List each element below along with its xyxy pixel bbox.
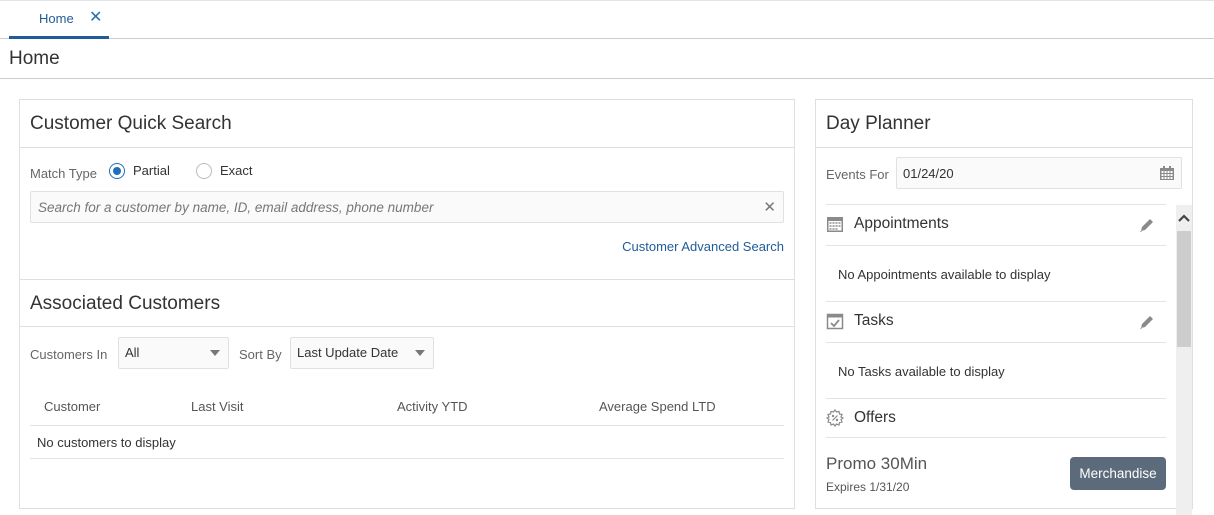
customer-search-input[interactable]	[31, 192, 751, 222]
offer-expiry: Expires 1/31/20	[826, 480, 910, 494]
radio-exact[interactable]	[196, 163, 212, 179]
appointments-title: Appointments	[854, 215, 949, 232]
sort-by-value: Last Update Date	[297, 345, 399, 360]
radio-partial-label[interactable]: Partial	[133, 163, 170, 178]
customers-in-value: All	[125, 345, 140, 360]
offers-badge-icon	[826, 409, 844, 427]
customer-panel: Customer Quick Search Match Type Partial…	[19, 99, 795, 509]
tab-home-label[interactable]: Home	[39, 11, 74, 26]
sort-by-label: Sort By	[239, 347, 282, 362]
radio-exact-label[interactable]: Exact	[220, 163, 253, 178]
appointments-header: Appointments	[826, 204, 1166, 246]
customer-search-field: ✕	[30, 191, 784, 223]
radio-partial[interactable]	[109, 163, 125, 179]
day-planner-content: Appointments No Appointments available t…	[826, 204, 1166, 514]
column-header-activity-ytd[interactable]: Activity YTD	[397, 399, 468, 414]
offers-header: Offers	[826, 398, 1166, 438]
column-header-customer[interactable]: Customer	[44, 399, 100, 414]
merchandise-button[interactable]: Merchandise	[1070, 457, 1166, 490]
tasks-title: Tasks	[854, 312, 894, 329]
close-icon[interactable]: ✕	[89, 7, 102, 27]
events-date-input[interactable]	[897, 158, 1147, 188]
customers-in-label: Customers In	[30, 347, 108, 362]
divider	[0, 78, 1214, 79]
events-date-field	[896, 157, 1182, 189]
events-for-label: Events For	[826, 167, 889, 182]
tasks-header: Tasks	[826, 301, 1166, 343]
edit-tasks-pencil-icon[interactable]	[1138, 313, 1156, 331]
associated-customers-title: Associated Customers	[20, 279, 794, 327]
tab-bar: Home ✕	[0, 0, 1214, 39]
scrollbar-thumb[interactable]	[1177, 231, 1191, 347]
column-header-last-visit[interactable]: Last Visit	[191, 399, 244, 414]
chevron-down-icon	[210, 350, 220, 356]
tasks-check-icon	[826, 313, 844, 330]
chevron-up-icon[interactable]	[1176, 207, 1192, 229]
day-planner-panel: Day Planner Events For Appointments	[815, 99, 1193, 515]
offer-name: Promo 30Min	[826, 454, 928, 473]
offers-title: Offers	[854, 409, 896, 426]
appointments-calendar-icon	[827, 217, 843, 232]
appointments-empty-message: No Appointments available to display	[838, 267, 1051, 282]
clear-icon[interactable]: ✕	[763, 198, 776, 216]
edit-appointments-pencil-icon[interactable]	[1138, 216, 1156, 234]
advanced-search-link[interactable]: Customer Advanced Search	[622, 239, 784, 254]
sort-by-select[interactable]: Last Update Date	[290, 337, 434, 369]
quick-search-title: Customer Quick Search	[20, 100, 794, 148]
customers-in-select[interactable]: All	[118, 337, 229, 369]
column-header-average-spend[interactable]: Average Spend LTD	[599, 399, 716, 414]
day-planner-title: Day Planner	[816, 100, 1192, 148]
tasks-empty-message: No Tasks available to display	[838, 364, 1005, 379]
tab-home[interactable]: Home ✕	[9, 1, 109, 39]
chevron-down-icon	[415, 350, 425, 356]
customers-table-header: Customer Last Visit Activity YTD Average…	[30, 390, 784, 426]
page-title: Home	[9, 48, 60, 69]
table-row: No customers to display	[30, 426, 784, 459]
match-type-label: Match Type	[30, 166, 97, 181]
day-planner-scrollbar[interactable]	[1176, 205, 1192, 515]
calendar-icon[interactable]	[1159, 165, 1175, 181]
empty-message: No customers to display	[37, 435, 176, 450]
